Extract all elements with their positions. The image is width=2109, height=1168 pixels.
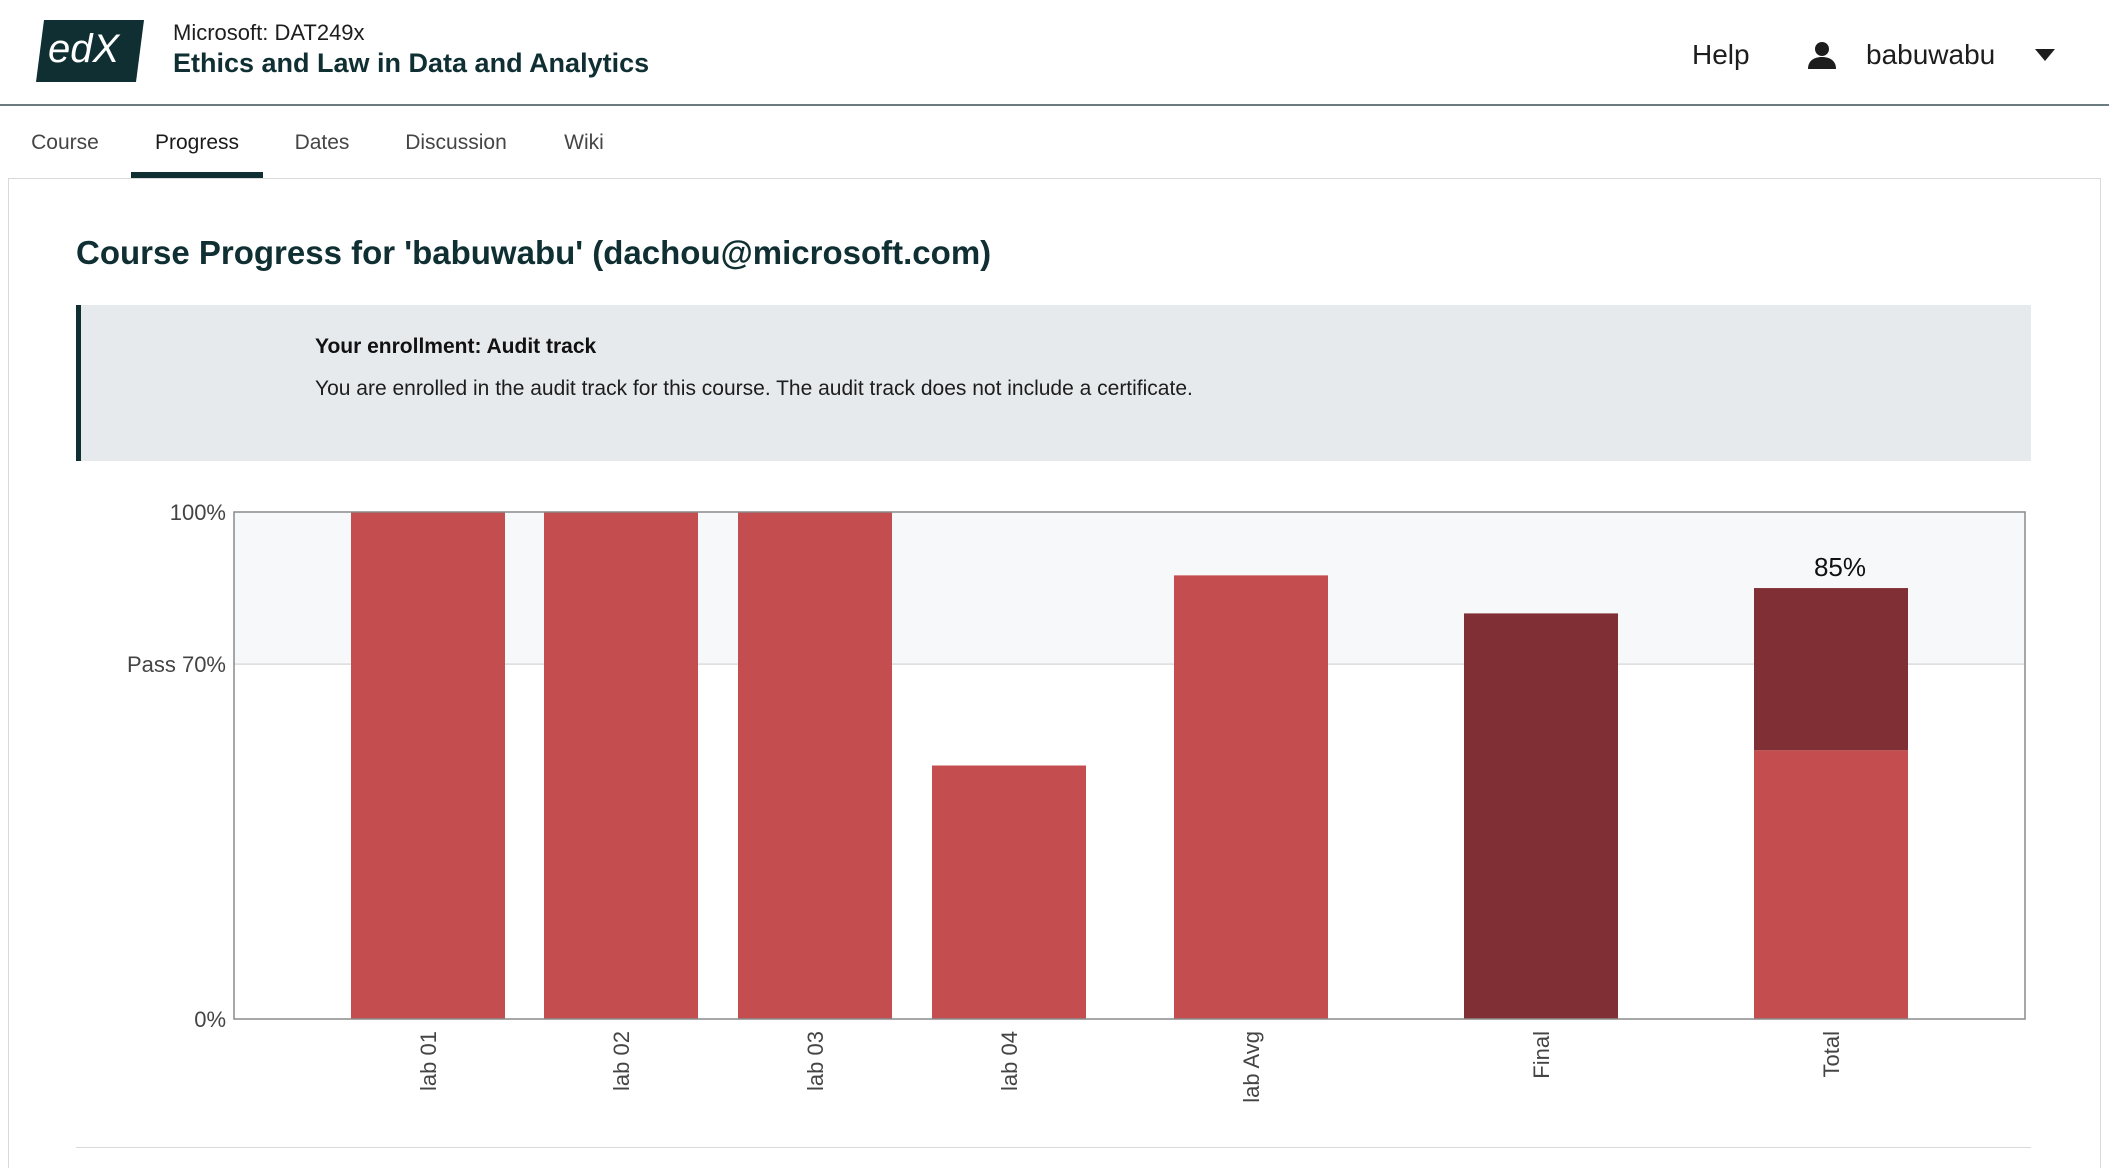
- bar-final: [1464, 613, 1618, 1019]
- help-link[interactable]: Help: [1692, 39, 1750, 71]
- y-tick-label: Pass 70%: [127, 652, 226, 677]
- course-tabs: Course Progress Dates Discussion Wiki: [0, 108, 2109, 178]
- bar-lab-01: [351, 512, 505, 1019]
- site-header: edX Microsoft: DAT249x Ethics and Law in…: [0, 0, 2109, 106]
- divider: [76, 1147, 2031, 1148]
- bar-lab-avg: [1174, 575, 1328, 1019]
- bar-lab-02: [544, 512, 698, 1019]
- username: babuwabu: [1866, 39, 1996, 70]
- x-tick-label: lab 03: [803, 1031, 828, 1091]
- tab-discussion[interactable]: Discussion: [393, 108, 519, 178]
- caret-down-icon[interactable]: [2035, 49, 2056, 61]
- enrollment-text: You are enrolled in the audit track for …: [315, 377, 1193, 400]
- enrollment-heading: Your enrollment: Audit track: [315, 335, 597, 358]
- x-tick-label: lab Avg: [1239, 1031, 1264, 1103]
- x-tick-label: lab 04: [997, 1031, 1022, 1091]
- edx-logo[interactable]: edX: [36, 20, 144, 82]
- user-menu[interactable]: babuwabu: [1806, 32, 2056, 78]
- grade-chart: 0% Pass 70% 100% 85% lab 01 lab 02 lab 03 lab 0…: [127, 500, 2026, 1103]
- y-tick-label: 100%: [170, 500, 226, 525]
- x-tick-label: Total: [1819, 1031, 1844, 1077]
- bar-total-segment: [1754, 750, 1908, 1019]
- person-icon: [1808, 42, 1836, 69]
- tab-wiki[interactable]: Wiki: [553, 108, 615, 178]
- bar-value-label: 85%: [1814, 552, 1866, 582]
- bar-total-segment: [1754, 588, 1908, 751]
- course-org: Microsoft: DAT249x: [173, 20, 365, 45]
- tab-course[interactable]: Course: [22, 108, 108, 178]
- tab-progress[interactable]: Progress: [131, 108, 263, 178]
- x-tick-label: lab 02: [609, 1031, 634, 1091]
- bar-lab-03: [738, 512, 892, 1019]
- page-title: Course Progress for 'babuwabu' (dachou@m…: [76, 234, 992, 271]
- tab-dates[interactable]: Dates: [286, 108, 358, 178]
- x-tick-label: lab 01: [416, 1031, 441, 1091]
- course-title: Ethics and Law in Data and Analytics: [173, 48, 650, 78]
- bar-lab-04: [932, 765, 1086, 1019]
- y-tick-label: 0%: [194, 1007, 226, 1032]
- logo-text: edX: [48, 27, 120, 71]
- x-tick-label: Final: [1529, 1031, 1554, 1079]
